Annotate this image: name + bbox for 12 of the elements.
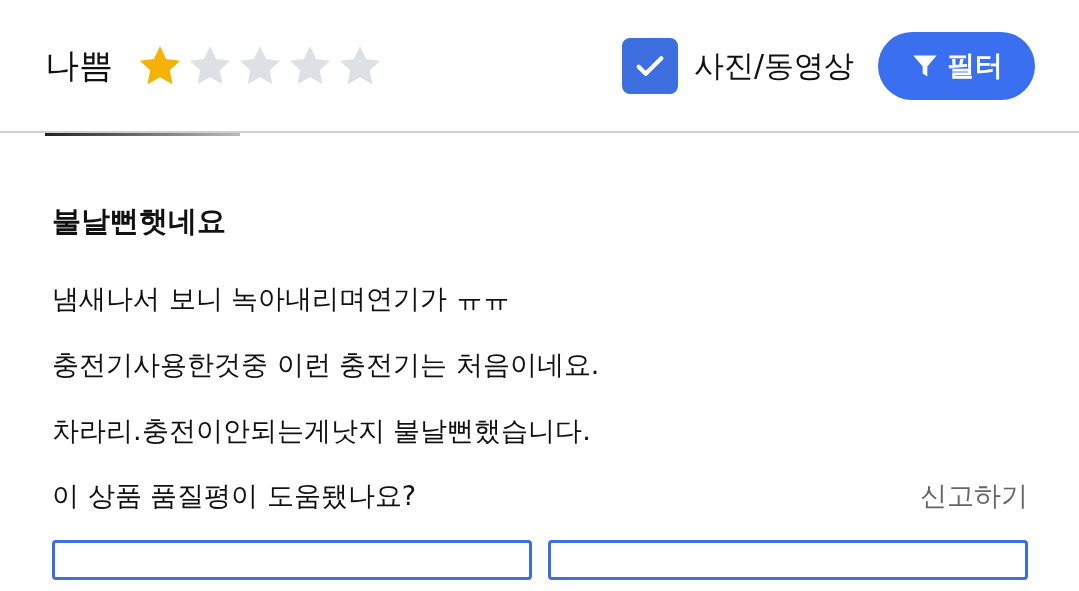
vote-button[interactable] (52, 540, 532, 580)
helpful-question: 이 상품 품질평이 도움됐나요? (52, 478, 417, 513)
review-title: 불날뻔햇네요 (52, 203, 227, 240)
rating-label: 나쁨 (45, 44, 113, 87)
review-text-line: 충전기사용한것중 이런 충전기는 처음이네요. (52, 347, 601, 382)
review-text-line: 차라리.충전이안되는게낫지 불날뻔했습니다. (52, 413, 592, 448)
vote-button[interactable] (548, 540, 1028, 580)
report-link[interactable]: 신고하기 (920, 475, 1028, 516)
checkbox[interactable] (621, 37, 678, 94)
checkbox-label[interactable]: 사진/동영상 (693, 43, 854, 88)
filter-button[interactable]: 필터 (878, 31, 1035, 100)
review-text-line: 냄새나서 보니 녹아내리며연기가 ㅠㅠ (52, 281, 511, 316)
